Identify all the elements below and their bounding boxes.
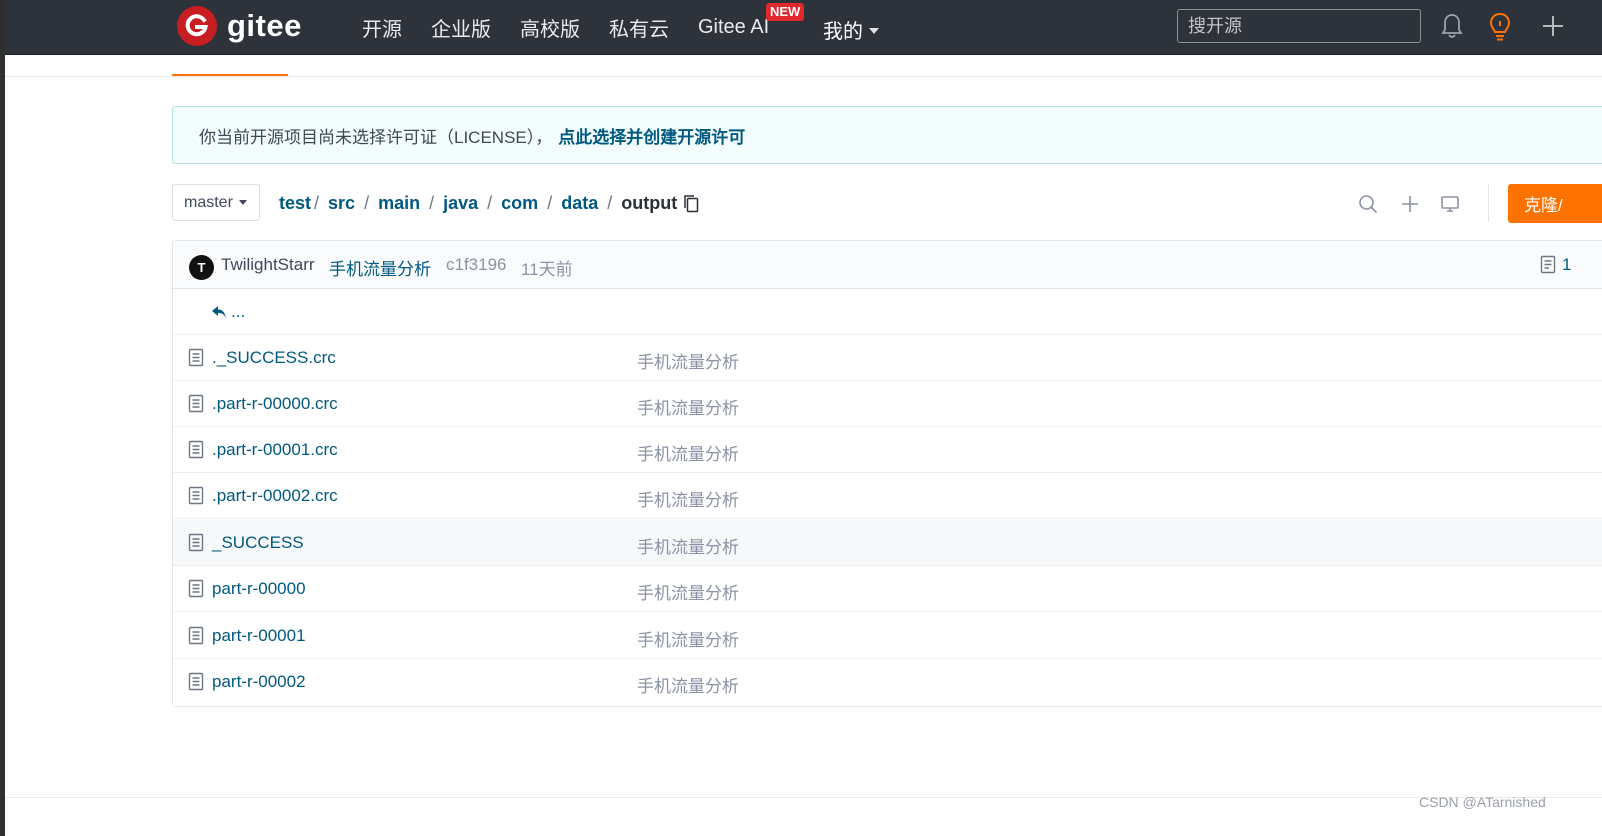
lightbulb-icon[interactable] (1488, 12, 1512, 42)
parent-directory-row[interactable]: ... (173, 289, 1602, 335)
file-commit-message[interactable]: 手机流量分析 (637, 440, 739, 465)
file-name[interactable]: part-r-00001 (212, 626, 306, 646)
file-icon (188, 394, 204, 413)
tab-manage[interactable]: ▔▔ ▔▔ (1177, 55, 1234, 63)
file-name[interactable]: ._SUCCESS.crc (212, 348, 336, 368)
latest-commit-bar: T TwilightStarr 手机流量分析 c1f3196 11天前 1 (173, 241, 1602, 289)
tab-devops[interactable]: ▔▔ ▔▔▔ (905, 55, 975, 63)
monitor-icon[interactable] (1440, 194, 1460, 214)
tab-issues[interactable]: ▔▔▔▔▔ ▔ (317, 55, 400, 63)
logo-text: gitee (227, 8, 302, 43)
file-commit-message[interactable]: 手机流量分析 (637, 579, 739, 604)
file-icon (188, 348, 204, 367)
file-name[interactable]: .part-r-00000.crc (212, 394, 338, 414)
bell-icon[interactable] (1441, 12, 1463, 40)
commit-author[interactable]: TwilightStarr (221, 255, 315, 275)
chevron-down-icon (238, 200, 247, 205)
window-edge (0, 0, 5, 836)
file-commit-message[interactable]: 手机流量分析 (637, 486, 739, 511)
breadcrumb-src[interactable]: src (328, 193, 355, 214)
chevron-down-icon (869, 27, 879, 34)
branch-name: master (184, 193, 233, 211)
file-icon (188, 440, 204, 459)
tab-stats[interactable]: ▔ ▔▔ (793, 55, 837, 63)
file-row[interactable]: part-r-00000 手机流量分析 (173, 566, 1602, 612)
plus-icon[interactable] (1400, 194, 1420, 214)
search-icon[interactable] (1358, 194, 1378, 214)
top-navbar: gitee 开源 企业版 高校版 私有云 Gitee AI NEW 我的 (5, 0, 1602, 55)
clone-download-button[interactable]: 克隆/ (1508, 184, 1602, 223)
footer-divider (5, 797, 1602, 798)
gitee-logo-icon (177, 6, 217, 46)
nav-mine-dropdown[interactable]: 我的 (823, 15, 879, 44)
avatar[interactable]: T (189, 255, 214, 280)
file-row[interactable]: .part-r-00001.crc 手机流量分析 (173, 427, 1602, 473)
nav-link-education[interactable]: 高校版 (520, 13, 580, 42)
commit-count[interactable]: 1 (1562, 255, 1571, 275)
commit-time: 11天前 (521, 260, 573, 279)
nav-mine-label: 我的 (823, 21, 863, 43)
file-icon (188, 626, 204, 645)
breadcrumb-data[interactable]: data (561, 193, 598, 214)
file-row[interactable]: _SUCCESS 手机流量分析 (173, 520, 1602, 566)
commit-message[interactable]: 手机流量分析 (329, 255, 431, 280)
tab-code[interactable]: ▔ ▔▔▔ (205, 55, 262, 63)
file-name[interactable]: part-r-00000 (212, 579, 306, 599)
active-tab-indicator (172, 74, 288, 76)
license-notice: 你当前开源项目尚未选择许可证（LICENSE）， 点此选择并创建开源许可 (172, 106, 1602, 164)
plus-icon[interactable] (1541, 14, 1565, 38)
file-row[interactable]: ._SUCCESS.crc 手机流量分析 (173, 335, 1602, 381)
tab-pull-requests[interactable]: ▔▔ ▔▔▔▔▔▔▔▔ ▔ (470, 55, 623, 63)
tab-wiki[interactable]: ▔ ▔▔▔ (679, 55, 736, 63)
file-commit-message[interactable]: 手机流量分析 (637, 394, 739, 419)
branch-selector[interactable]: master (172, 184, 260, 221)
parent-directory-link[interactable]: ... (211, 302, 245, 322)
file-name[interactable]: _SUCCESS (212, 533, 304, 553)
file-row[interactable]: .part-r-00000.crc 手机流量分析 (173, 381, 1602, 427)
file-commit-message[interactable]: 手机流量分析 (637, 533, 739, 558)
file-icon (188, 486, 204, 505)
tab-services[interactable]: ▔ ▔▔ (1043, 55, 1087, 63)
create-license-link[interactable]: 点此选择并创建开源许可 (558, 123, 745, 148)
file-row[interactable]: part-r-00001 手机流量分析 (173, 613, 1602, 659)
file-icon (188, 533, 204, 552)
reply-arrow-icon (212, 306, 226, 318)
breadcrumb-java[interactable]: java (443, 193, 478, 214)
repo-tabs: ▔ ▔▔▔ ▔▔▔▔▔ ▔ ▔▔ ▔▔▔▔▔▔▔▔ ▔ ▔ ▔▔▔ ▔ ▔▔ ▔… (5, 55, 1602, 77)
file-row[interactable]: .part-r-00002.crc 手机流量分析 (173, 473, 1602, 519)
file-name[interactable]: .part-r-00001.crc (212, 440, 338, 460)
breadcrumb: test / src / main / java / com / data / output (279, 193, 699, 214)
file-list: T TwilightStarr 手机流量分析 c1f3196 11天前 1 ..… (172, 240, 1602, 707)
breadcrumb-test[interactable]: test (279, 193, 311, 214)
nav-link-opensource[interactable]: 开源 (362, 13, 402, 42)
file-row[interactable]: part-r-00002 手机流量分析 (173, 659, 1602, 705)
toolbar-divider (1488, 184, 1489, 222)
nav-link-gitee-ai[interactable]: Gitee AI (698, 16, 769, 39)
copy-icon[interactable] (683, 194, 699, 213)
file-commit-message[interactable]: 手机流量分析 (637, 348, 739, 373)
file-name[interactable]: part-r-00002 (212, 672, 306, 692)
commits-icon[interactable] (1540, 255, 1556, 274)
new-badge: NEW (766, 3, 805, 21)
breadcrumb-main[interactable]: main (378, 193, 420, 214)
csdn-watermark: CSDN @ATarnished (1419, 794, 1546, 810)
nav-link-enterprise[interactable]: 企业版 (431, 13, 491, 42)
file-icon (188, 672, 204, 691)
breadcrumb-com[interactable]: com (501, 193, 538, 214)
license-notice-text: 你当前开源项目尚未选择许可证（LICENSE）， (199, 127, 553, 147)
breadcrumb-output: output (621, 193, 678, 213)
search-input[interactable] (1177, 9, 1421, 43)
file-name[interactable]: .part-r-00002.crc (212, 486, 338, 506)
nav-link-private-cloud[interactable]: 私有云 (609, 13, 669, 42)
file-commit-message[interactable]: 手机流量分析 (637, 672, 739, 697)
commit-sha[interactable]: c1f3196 (446, 255, 507, 275)
file-icon (188, 579, 204, 598)
nav-links: 开源 企业版 高校版 私有云 Gitee AI (362, 0, 798, 54)
gitee-logo[interactable]: gitee (177, 6, 302, 46)
parent-directory-label: ... (231, 302, 246, 321)
file-commit-message[interactable]: 手机流量分析 (637, 626, 739, 651)
clone-button-label: 克隆/ (1524, 196, 1563, 215)
